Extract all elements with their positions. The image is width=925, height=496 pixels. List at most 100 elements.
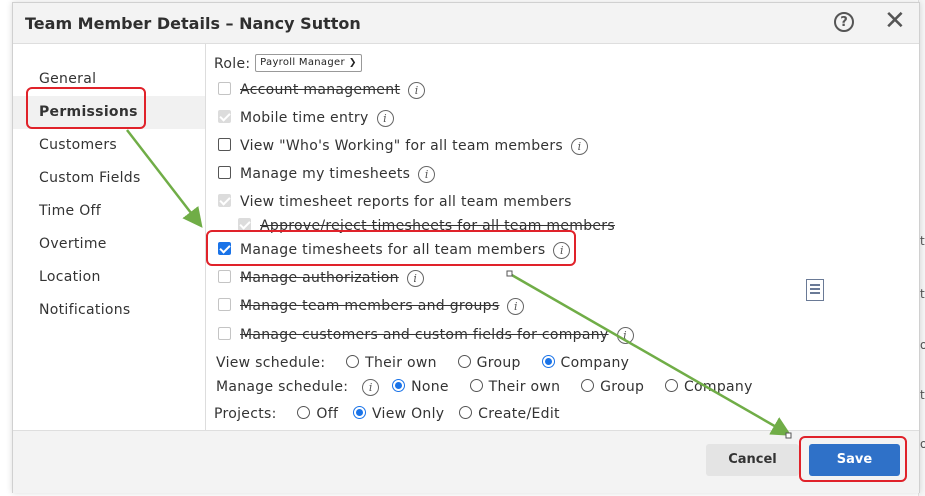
permission-row: Manage my timesheets i: [218, 164, 436, 184]
sidebar-item-time-off[interactable]: Time Off: [13, 195, 205, 228]
help-icon[interactable]: ?: [834, 12, 854, 32]
permission-row: View timesheet reports for all team memb…: [218, 192, 572, 212]
option-label: View Only: [371, 406, 445, 422]
permission-label: Manage team members and groups: [240, 298, 500, 314]
info-icon[interactable]: i: [376, 109, 394, 127]
option-label: Off: [316, 406, 339, 422]
permission-row: Manage authorization i: [218, 268, 424, 288]
radio-button[interactable]: [459, 405, 473, 419]
radio-button[interactable]: [664, 378, 678, 392]
info-icon[interactable]: i: [408, 81, 426, 99]
background-text-fragment: t: [920, 234, 925, 248]
info-icon[interactable]: i: [571, 137, 588, 155]
dialog-header: Team Member Details – Nancy Sutton ? ✕: [13, 3, 919, 44]
radio-button[interactable]: [297, 405, 311, 419]
permission-row: Account management i: [218, 80, 426, 100]
sidebar-item-location[interactable]: Location: [13, 261, 205, 294]
manage-schedule-row: Manage schedule: i None Their own Group C…: [216, 377, 753, 397]
permission-label: Manage customers and custom fields for c…: [240, 327, 609, 343]
permission-row: Manage timesheets for all team members i: [218, 240, 571, 260]
manage-schedule-label: Manage schedule:: [216, 379, 349, 395]
save-button[interactable]: Save: [809, 444, 900, 476]
permission-label: Mobile time entry: [240, 110, 369, 126]
projects-option[interactable]: Create/Edit: [459, 404, 560, 424]
info-icon[interactable]: i: [507, 297, 525, 315]
permission-label: View "Who's Working" for all team member…: [240, 138, 563, 154]
role-select[interactable]: Payroll Manager ❯: [255, 54, 362, 72]
radio-button[interactable]: [346, 354, 360, 368]
option-label: Create/Edit: [478, 406, 560, 422]
radio-button[interactable]: [581, 378, 595, 392]
radio-button[interactable]: [392, 378, 406, 392]
option-label: Company: [683, 379, 753, 395]
view-schedule-row: View schedule: Their own Group Company: [216, 353, 629, 373]
dialog-title: Team Member Details – Nancy Sutton: [25, 14, 361, 33]
info-icon[interactable]: i: [362, 378, 380, 396]
permission-label: Manage timesheets for all team members: [240, 242, 546, 258]
permission-checkbox: [218, 269, 231, 283]
permission-label: Account management: [240, 82, 401, 98]
permission-row: Manage team members and groups i: [218, 296, 525, 316]
manage-schedule-option[interactable]: Company: [664, 377, 753, 397]
permission-checkbox: [218, 193, 231, 207]
permission-label: Manage my timesheets: [240, 166, 411, 182]
close-icon[interactable]: ✕: [884, 7, 906, 35]
sidebar-item-notifications[interactable]: Notifications: [13, 294, 205, 327]
option-label: Company: [560, 355, 630, 371]
permission-row: Approve/reject timesheets for all team m…: [238, 216, 615, 236]
view-schedule-option[interactable]: Their own: [346, 353, 437, 373]
projects-row: Projects: Off View Only Create/Edit: [214, 404, 560, 424]
permission-row: Manage customers and custom fields for c…: [218, 325, 634, 345]
sidebar-nav: General Permissions Customers Custom Fie…: [13, 44, 206, 430]
info-icon[interactable]: i: [406, 269, 424, 287]
option-label: Their own: [365, 355, 437, 371]
permission-checkbox: [218, 297, 231, 311]
cancel-button[interactable]: Cancel: [706, 444, 799, 476]
dialog-footer: Cancel Save: [13, 430, 919, 493]
permission-label: Approve/reject timesheets for all team m…: [260, 218, 615, 234]
sidebar-item-custom-fields[interactable]: Custom Fields: [13, 162, 205, 195]
sidebar-item-permissions[interactable]: Permissions: [13, 96, 205, 129]
radio-button[interactable]: [352, 405, 366, 419]
projects-option[interactable]: View Only: [352, 404, 445, 424]
radio-button[interactable]: [457, 354, 471, 368]
permission-checkbox[interactable]: [218, 165, 231, 179]
option-label: Group: [600, 379, 645, 395]
view-schedule-option[interactable]: Group: [457, 353, 521, 373]
option-label: Group: [476, 355, 521, 371]
manage-schedule-option[interactable]: Group: [581, 377, 644, 397]
radio-button[interactable]: [469, 378, 483, 392]
view-schedule-label: View schedule:: [216, 355, 326, 371]
chevron-down-icon: ❯: [348, 58, 357, 68]
sidebar-item-general[interactable]: General: [13, 63, 205, 96]
manage-schedule-option[interactable]: None: [392, 377, 449, 397]
info-icon[interactable]: i: [616, 326, 634, 344]
permission-checkbox: [218, 109, 231, 123]
role-label: Role:: [214, 56, 251, 72]
permission-row: View "Who's Working" for all team member…: [218, 136, 588, 156]
projects-option[interactable]: Off: [297, 404, 338, 424]
permission-checkbox[interactable]: [218, 137, 231, 151]
permission-label: Manage authorization: [240, 270, 399, 286]
background-text-fragment: t: [920, 388, 925, 402]
projects-label: Projects:: [214, 406, 277, 422]
permission-checkbox[interactable]: [218, 241, 231, 255]
info-icon[interactable]: i: [553, 241, 571, 259]
info-icon[interactable]: i: [418, 165, 436, 183]
permission-checkbox: [218, 326, 231, 340]
permission-checkbox: [218, 81, 231, 95]
role-select-value: Payroll Manager: [260, 57, 345, 68]
background-text-fragment: o: [920, 338, 925, 352]
option-label: Their own: [488, 379, 561, 395]
background-text-fragment: o: [920, 437, 925, 451]
radio-button[interactable]: [541, 354, 555, 368]
sidebar-item-overtime[interactable]: Overtime: [13, 228, 205, 261]
manage-schedule-option[interactable]: Their own: [469, 377, 561, 397]
role-row: Role: Payroll Manager ❯: [214, 54, 362, 74]
sidebar-item-customers[interactable]: Customers: [13, 129, 205, 162]
permissions-panel: Role: Payroll Manager ❯ Account managemen…: [206, 44, 919, 430]
document-icon: [806, 279, 824, 301]
team-member-dialog: Team Member Details – Nancy Sutton ? ✕ G…: [12, 2, 920, 493]
view-schedule-option[interactable]: Company: [541, 353, 630, 373]
permission-row: Mobile time entry i: [218, 108, 394, 128]
